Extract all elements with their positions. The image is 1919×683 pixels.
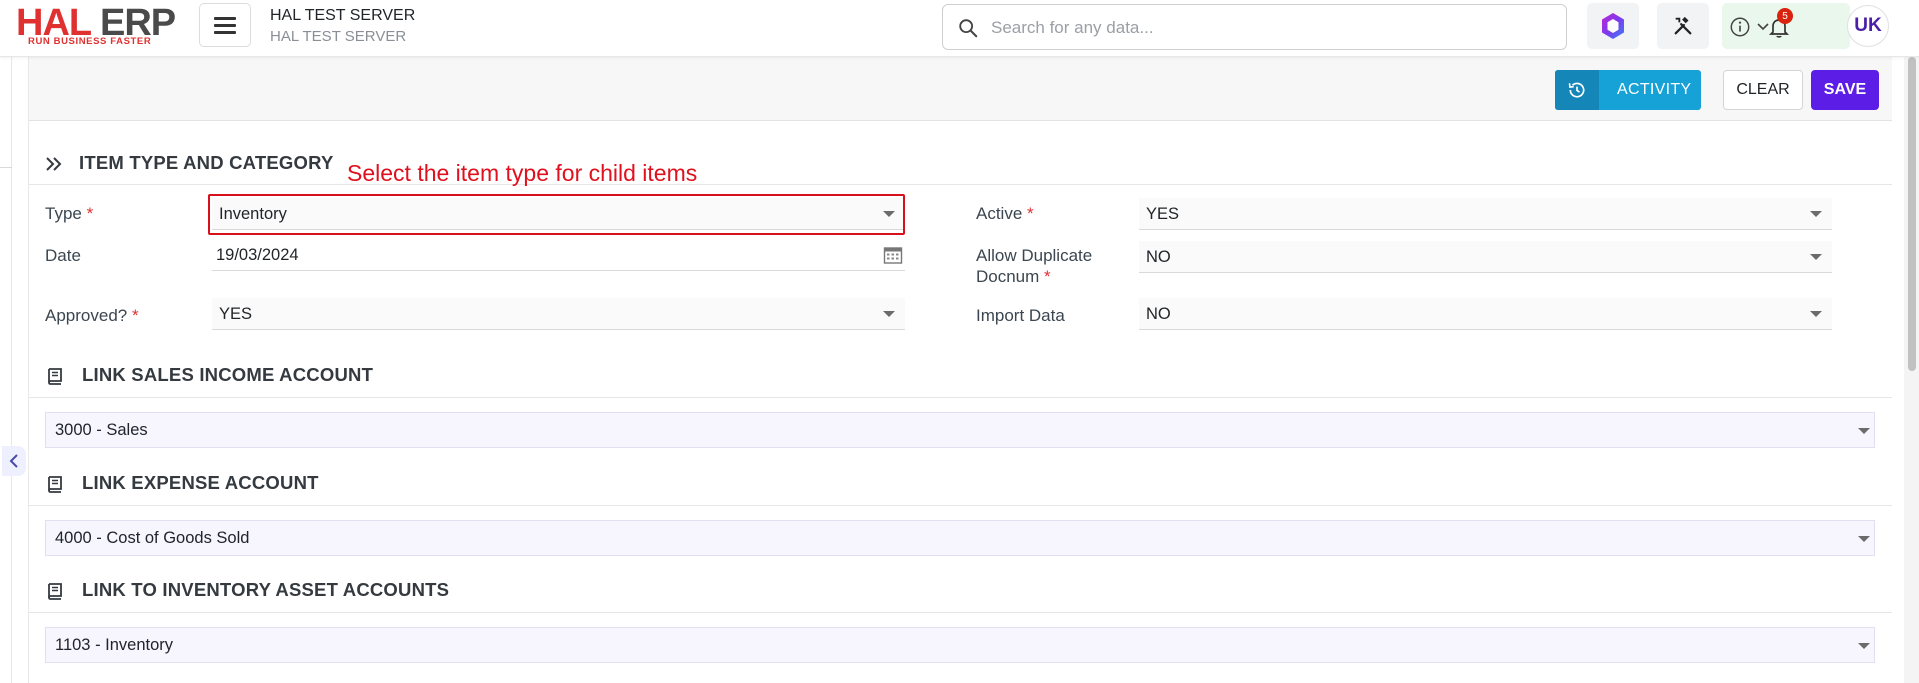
form-container: ACTIVITY CLEAR SAVE ITEM TYPE AND CATEGO… (28, 57, 1892, 683)
hamburger-icon (214, 17, 236, 34)
calendar-icon[interactable] (883, 245, 903, 265)
logo-tagline: RUN BUSINESS FASTER (28, 36, 152, 47)
required-marker: * (1044, 267, 1051, 286)
section-divider (29, 505, 1892, 506)
allow-duplicate-select[interactable]: NO (1139, 241, 1832, 273)
inventory-asset-account-value: 1103 - Inventory (55, 636, 174, 654)
expense-account-select[interactable]: 4000 - Cost of Goods Sold (45, 520, 1875, 556)
approved-select[interactable]: YES (212, 298, 905, 330)
vertical-scrollbar[interactable] (1904, 57, 1919, 683)
active-label-text: Active (976, 204, 1023, 223)
allow-dup-label-line1: Allow Duplicate (976, 246, 1093, 265)
approved-field-label: Approved? * (45, 305, 139, 326)
approved-select-value: YES (219, 305, 253, 323)
expense-account-value: 4000 - Cost of Goods Sold (55, 529, 250, 547)
approved-label-text: Approved? (45, 306, 128, 325)
book-icon (48, 583, 62, 600)
global-search (942, 4, 1567, 50)
active-select-value: YES (1146, 205, 1180, 223)
notification-badge: 5 (1777, 8, 1793, 24)
sales-income-account-value: 3000 - Sales (55, 421, 148, 439)
annotation-callout-text: Select the item type for child items (347, 160, 698, 186)
search-icon (959, 19, 978, 38)
activity-label: ACTIVITY (1617, 81, 1692, 98)
caret-down-icon (1858, 428, 1870, 434)
app-launcher-button[interactable] (1587, 3, 1639, 49)
caret-down-icon (1858, 643, 1870, 649)
inventory-asset-account-select[interactable]: 1103 - Inventory (45, 627, 1875, 663)
info-icon[interactable] (1729, 16, 1751, 38)
date-input-value: 19/03/2024 (216, 246, 299, 264)
sidebar-expand-button[interactable] (2, 446, 26, 476)
active-select[interactable]: YES (1139, 198, 1832, 230)
allow-duplicate-field-label: Allow Duplicate Docnum * (976, 245, 1092, 287)
type-label-text: Type (45, 204, 82, 223)
caret-down-icon (1810, 211, 1822, 217)
server-subtitle: HAL TEST SERVER (270, 28, 407, 45)
caret-down-icon (1810, 254, 1822, 260)
import-data-field-label: Import Data (976, 306, 1065, 325)
date-input[interactable]: 19/03/2024 (212, 239, 905, 271)
caret-down-icon (1858, 536, 1870, 542)
date-field-label: Date (45, 246, 81, 265)
import-data-select[interactable]: NO (1139, 298, 1832, 330)
history-icon (1568, 82, 1585, 98)
caret-down-icon (883, 311, 895, 317)
section-title-item-type: ITEM TYPE AND CATEGORY (79, 152, 334, 173)
scrollbar-thumb[interactable] (1908, 57, 1916, 371)
caret-down-icon (1810, 311, 1822, 317)
section-divider (29, 184, 1892, 185)
allow-duplicate-select-value: NO (1146, 248, 1171, 266)
section-divider (29, 397, 1892, 398)
server-title: HAL TEST SERVER (270, 7, 416, 24)
section-title-inventory: LINK TO INVENTORY ASSET ACCOUNTS (82, 579, 450, 600)
clear-button[interactable]: CLEAR (1723, 70, 1803, 110)
activity-button[interactable]: ACTIVITY (1555, 70, 1701, 110)
double-chevron-right-icon (46, 157, 62, 171)
app-logo[interactable]: HAL ERP RUN BUSINESS FASTER (16, 2, 184, 50)
action-bar: ACTIVITY CLEAR SAVE (29, 57, 1892, 121)
tools-button[interactable] (1657, 3, 1709, 49)
save-button[interactable]: SAVE (1811, 70, 1879, 110)
history-icon-wrap (1555, 70, 1599, 110)
left-rail (0, 57, 12, 683)
book-icon (48, 476, 62, 493)
section-title-sales: LINK SALES INCOME ACCOUNT (82, 364, 374, 385)
rail-divider (0, 167, 12, 168)
required-marker: * (86, 204, 94, 223)
required-marker: * (1027, 204, 1034, 223)
hamburger-menu-button[interactable] (199, 3, 251, 47)
active-field-label: Active * (976, 203, 1034, 224)
sales-income-account-select[interactable]: 3000 - Sales (45, 412, 1875, 448)
required-marker: * (131, 306, 139, 325)
top-bar: HAL ERP RUN BUSINESS FASTER HAL TEST SER… (0, 0, 1919, 57)
section-divider (29, 612, 1892, 613)
user-avatar[interactable]: UK (1847, 5, 1889, 47)
allow-dup-label-line2: Docnum (976, 267, 1040, 286)
hexagon-logo-icon (1602, 13, 1624, 39)
search-input[interactable] (991, 13, 1551, 43)
section-title-expense: LINK EXPENSE ACCOUNT (82, 472, 319, 493)
type-field-label: Type * (45, 203, 93, 224)
import-data-select-value: NO (1146, 305, 1171, 323)
annotation-highlight-box (208, 194, 905, 235)
chevron-left-icon (9, 454, 18, 468)
tools-icon (1674, 16, 1692, 35)
book-icon (48, 368, 62, 385)
